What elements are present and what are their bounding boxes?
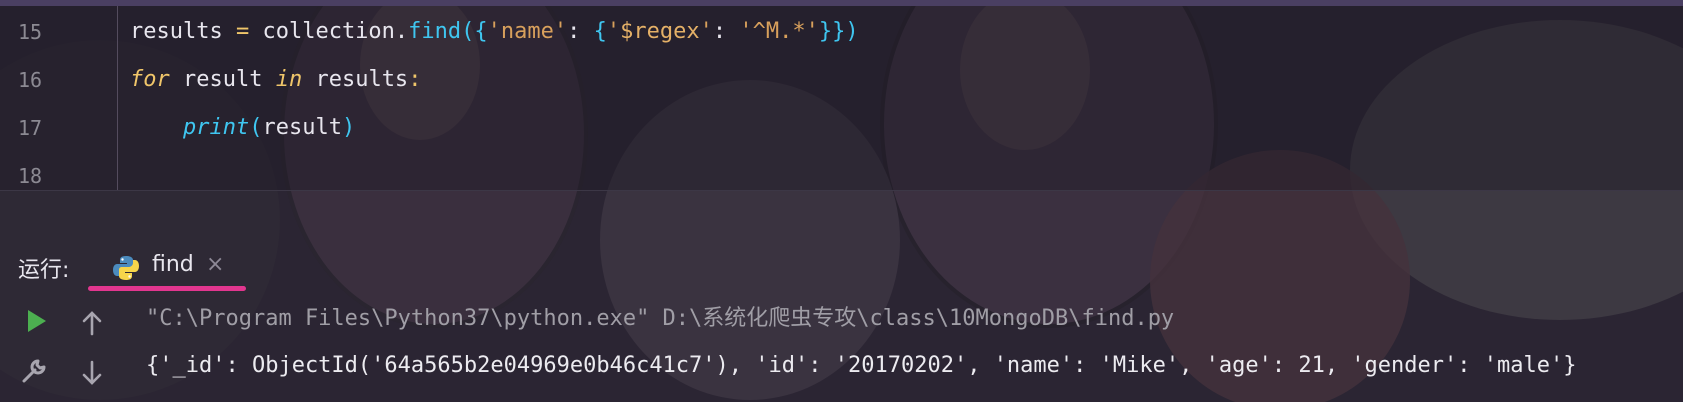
console-command-line: "C:\Program Files\Python37\python.exe" D…	[146, 306, 1175, 331]
run-label: 运行:	[18, 258, 70, 283]
close-icon[interactable]: ×	[206, 252, 224, 277]
run-tab-find[interactable]: find ×	[108, 246, 248, 286]
code-line-16[interactable]: 16 for result in results:	[0, 56, 1683, 104]
panel-divider	[0, 190, 1683, 191]
python-icon	[113, 256, 139, 280]
code-editor[interactable]: 15 results = collection.find({'name': {'…	[0, 0, 1683, 190]
code-text[interactable]: print(result)	[130, 104, 355, 152]
line-number: 15	[18, 20, 43, 44]
run-icon[interactable]	[22, 307, 50, 335]
wrench-icon[interactable]	[20, 357, 48, 385]
scroll-down-icon[interactable]	[78, 359, 106, 387]
active-tab-indicator	[88, 286, 246, 291]
code-line-15[interactable]: 15 results = collection.find({'name': {'…	[0, 8, 1683, 56]
operator: =	[235, 19, 250, 44]
run-panel-header: 运行: find ×	[0, 240, 1683, 290]
console-output-line: {'_id': ObjectId('64a565b2e04969e0b46c41…	[146, 353, 1577, 378]
line-number: 16	[18, 68, 43, 92]
line-number: 18	[18, 164, 43, 188]
scroll-up-icon[interactable]	[78, 309, 106, 337]
tab-label: find	[152, 252, 194, 277]
code-line-18[interactable]: 18	[0, 152, 1683, 200]
editor-top-border	[0, 0, 1683, 6]
code-line-17[interactable]: 17 print(result)	[0, 104, 1683, 152]
line-number: 17	[18, 116, 43, 140]
code-text[interactable]: results = collection.find({'name': {'$re…	[130, 8, 859, 56]
var-results: results	[130, 19, 223, 44]
code-text[interactable]: for result in results:	[130, 56, 421, 104]
